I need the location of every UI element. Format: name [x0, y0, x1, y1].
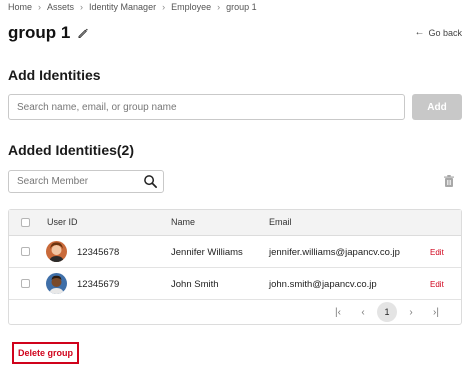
delete-group-button[interactable]: Delete group — [12, 342, 79, 364]
trash-icon[interactable] — [442, 174, 456, 188]
row-checkbox[interactable] — [21, 279, 30, 288]
breadcrumb-current: group 1 — [226, 2, 257, 12]
added-identities-heading: Added Identities(2) — [8, 142, 135, 158]
chevron-right-icon: › — [80, 2, 84, 12]
breadcrumb-assets[interactable]: Assets — [47, 2, 74, 12]
table-header: User ID Name Email — [9, 210, 461, 236]
next-page-icon[interactable]: › — [400, 302, 422, 322]
member-search-box — [8, 170, 164, 193]
page-title: group 1 — [8, 23, 71, 42]
breadcrumb: Home › Assets › Identity Manager › Emplo… — [8, 2, 257, 12]
table-row: 12345678 Jennifer Williams jennifer.will… — [9, 236, 461, 268]
prev-page-icon[interactable]: ‹ — [352, 302, 374, 322]
pagination: |‹ ‹ 1 › ›| — [324, 302, 447, 322]
chevron-right-icon: › — [38, 2, 42, 12]
pencil-icon[interactable] — [77, 27, 89, 39]
email-cell: john.smith@japancv.co.jp — [269, 279, 377, 290]
add-button[interactable]: Add — [412, 94, 462, 120]
column-header-name: Name — [171, 217, 196, 227]
column-header-user-id: User ID — [47, 217, 78, 227]
identities-table: User ID Name Email 12345678 Jennifer Wil… — [8, 209, 462, 325]
breadcrumb-employee[interactable]: Employee — [171, 2, 211, 12]
edit-link[interactable]: Edit — [430, 248, 444, 257]
table-row: 12345679 John Smith john.smith@japancv.c… — [9, 268, 461, 300]
breadcrumb-identity-manager[interactable]: Identity Manager — [89, 2, 156, 12]
select-all-checkbox[interactable] — [21, 218, 30, 227]
user-id-cell: 12345679 — [77, 279, 120, 290]
email-cell: jennifer.williams@japancv.co.jp — [269, 247, 400, 258]
chevron-right-icon: › — [217, 2, 221, 12]
page-number-current[interactable]: 1 — [377, 302, 397, 322]
member-search-input[interactable] — [9, 171, 141, 192]
add-identities-heading: Add Identities — [8, 67, 101, 83]
last-page-icon[interactable]: ›| — [425, 302, 447, 322]
identity-search-input[interactable] — [8, 94, 405, 120]
title-row: group 1 — [8, 23, 89, 43]
go-back-link[interactable]: ← Go back — [414, 27, 462, 38]
user-id-cell: 12345678 — [77, 247, 120, 258]
chevron-right-icon: › — [162, 2, 166, 12]
group-detail-page: Home › Assets › Identity Manager › Emplo… — [0, 0, 474, 373]
column-header-email: Email — [269, 217, 292, 227]
go-back-label: Go back — [428, 27, 462, 38]
row-checkbox[interactable] — [21, 247, 30, 256]
name-cell: John Smith — [171, 279, 219, 290]
avatar — [46, 241, 67, 262]
name-cell: Jennifer Williams — [171, 247, 243, 258]
first-page-icon[interactable]: |‹ — [327, 302, 349, 322]
table-footer: |‹ ‹ 1 › ›| — [9, 300, 461, 324]
edit-link[interactable]: Edit — [430, 280, 444, 289]
arrow-left-icon: ← — [414, 27, 425, 38]
avatar — [46, 273, 67, 294]
breadcrumb-home[interactable]: Home — [8, 2, 32, 12]
search-icon[interactable] — [143, 174, 158, 189]
